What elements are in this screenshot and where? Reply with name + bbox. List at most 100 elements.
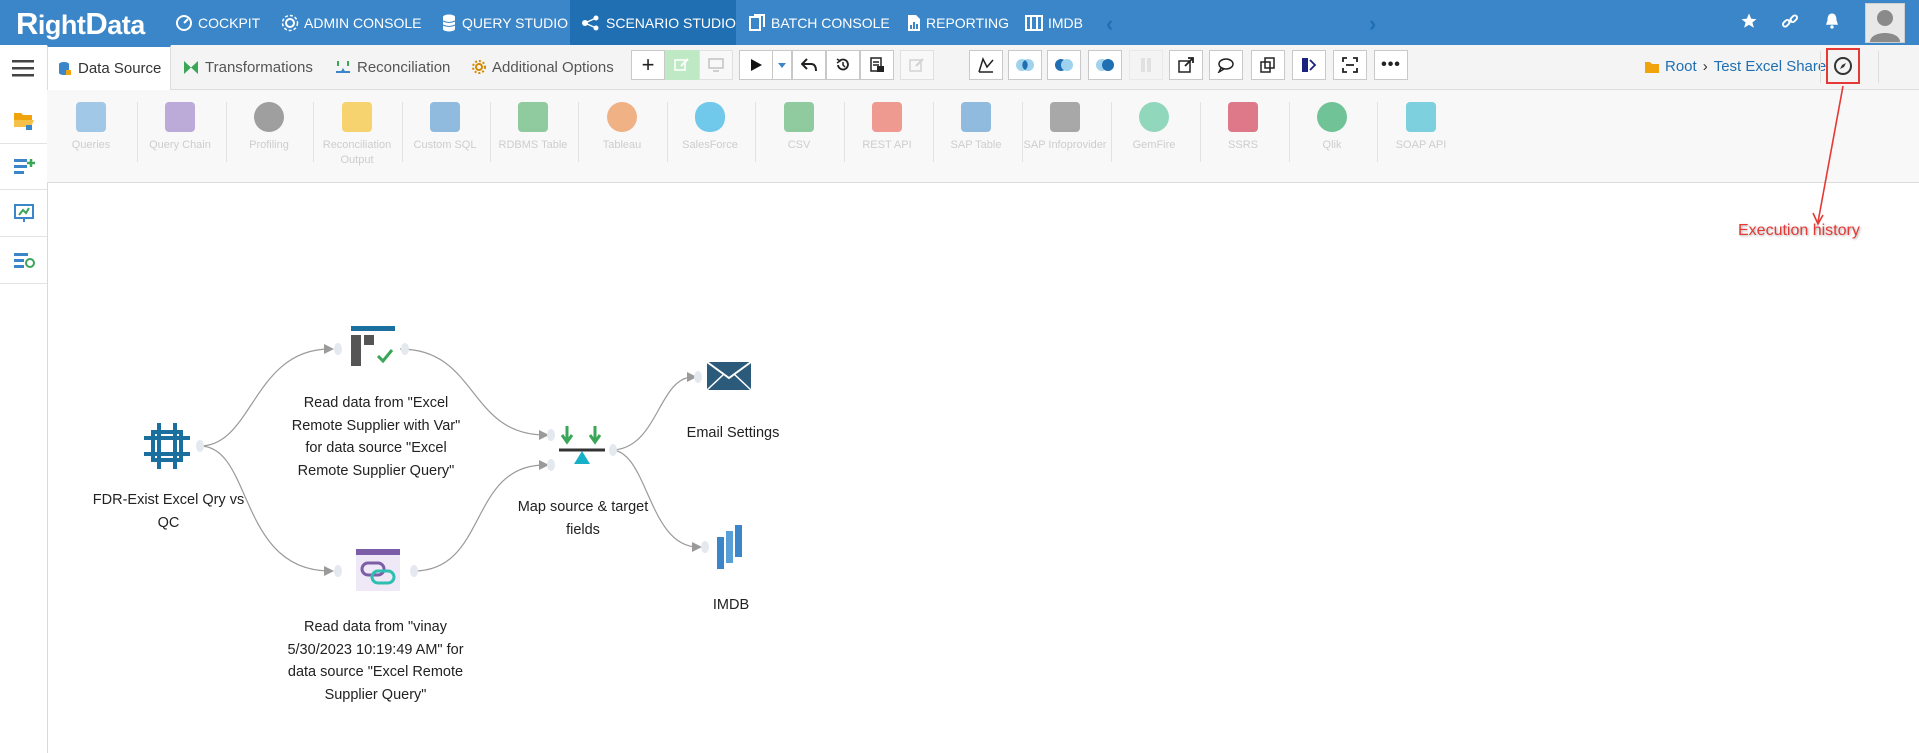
chart-icon <box>978 57 994 73</box>
expand-button[interactable] <box>1333 50 1367 80</box>
breadcrumb-root[interactable]: Root <box>1665 58 1697 75</box>
imdb-node-icon[interactable] <box>717 523 747 576</box>
run-dropdown-button[interactable] <box>772 50 792 80</box>
nav-batch-console[interactable]: BATCH CONSOLE <box>748 0 890 45</box>
star-icon[interactable] <box>1740 12 1758 35</box>
email-node-label: Email Settings <box>686 425 780 441</box>
user-avatar[interactable] <box>1865 3 1905 43</box>
map-fields-node-icon[interactable] <box>557 426 607 473</box>
nav-cockpit[interactable]: COCKPIT <box>175 0 260 45</box>
venn-full-icon <box>1096 59 1114 71</box>
settings-list-icon[interactable] <box>0 237 47 284</box>
divider <box>1820 51 1821 83</box>
palette-salesforce[interactable]: SalesForce <box>666 102 754 153</box>
nav-imdb[interactable]: IMDB <box>1025 0 1083 45</box>
app-logo[interactable]: RightData <box>16 6 145 42</box>
palette-custom-sql[interactable]: Custom SQL <box>401 102 489 153</box>
edit-button[interactable] <box>665 50 699 80</box>
run-button[interactable] <box>739 50 773 80</box>
report-icon <box>870 57 884 72</box>
join-full-button[interactable] <box>1088 50 1122 80</box>
profiling-icon <box>254 102 284 132</box>
presentation-icon[interactable] <box>0 190 47 237</box>
export-button[interactable] <box>1169 50 1203 80</box>
palette-label: Profiling <box>249 139 289 151</box>
comments-button[interactable] <box>1209 50 1243 80</box>
add-button[interactable]: + <box>631 50 665 80</box>
nav-query-studio[interactable]: QUERY STUDIO <box>441 0 568 45</box>
query-chain-node-icon[interactable] <box>356 549 404 598</box>
copy-button[interactable] <box>1251 50 1285 80</box>
palette-gemfire[interactable]: GemFire <box>1110 102 1198 153</box>
copy-icon <box>1260 57 1275 73</box>
undo-button[interactable] <box>792 50 826 80</box>
cockpit-icon <box>176 14 192 31</box>
add-scenario-icon[interactable] <box>0 143 47 190</box>
email-node-icon[interactable] <box>706 361 752 396</box>
read1-node-label: Read data from "Excel Remote Supplier wi… <box>291 395 461 479</box>
palette-label: Tableau <box>602 139 642 151</box>
divider <box>1878 51 1879 83</box>
palette-query-chain[interactable]: Query Chain <box>136 102 224 153</box>
history-button[interactable] <box>826 50 860 80</box>
open-folder-icon[interactable] <box>0 97 47 144</box>
nav-label: IMDB <box>1048 14 1083 31</box>
palette-reconciliation-output[interactable]: Reconciliation Output <box>313 102 401 168</box>
palette-queries[interactable]: Queries <box>47 102 135 153</box>
monitor-button[interactable] <box>699 50 733 80</box>
palette-tableau[interactable]: Tableau <box>578 102 666 153</box>
nav-admin-console[interactable]: ADMIN CONSOLE <box>281 0 421 45</box>
palette-label: REST API <box>862 139 912 151</box>
tab-reconciliation[interactable]: Reconciliation <box>335 45 450 89</box>
nav-reporting[interactable]: REPORTING <box>907 0 1009 45</box>
more-button[interactable]: ••• <box>1374 50 1408 80</box>
reconciliation-icon <box>336 60 350 73</box>
nav-scenario-studio[interactable]: SCENARIO STUDIO <box>570 0 736 45</box>
nav-scroll-left-icon[interactable]: ‹ <box>1106 11 1113 37</box>
query-node-icon[interactable] <box>351 326 397 373</box>
tab-additional-options[interactable]: Additional Options <box>472 45 614 89</box>
palette-label: SalesForce <box>682 139 738 151</box>
imdb-node-label: IMDB <box>712 597 750 613</box>
palette-rdbms-table[interactable]: RDBMS Table <box>489 102 577 153</box>
left-rail <box>0 45 48 753</box>
palette-profiling[interactable]: Profiling <box>225 102 313 153</box>
chart-button[interactable] <box>969 50 1003 80</box>
reconciliation-output-icon <box>342 102 372 132</box>
palette-soap-api[interactable]: SOAP API <box>1377 102 1465 153</box>
palette-qlik[interactable]: Qlik <box>1288 102 1376 153</box>
palette-sap-infoprovider[interactable]: SAP Infoprovider <box>1021 102 1109 153</box>
palette-label: Query Chain <box>149 139 211 151</box>
start-node-label: FDR-Exist Excel Qry vs QC <box>92 492 245 531</box>
tab-transformations[interactable]: Transformations <box>183 45 313 89</box>
nav-scroll-right-icon[interactable]: › <box>1369 11 1376 37</box>
palette-csv[interactable]: CSV <box>755 102 843 153</box>
sap-table-icon <box>961 102 991 132</box>
split-icon <box>1302 58 1317 72</box>
report-button[interactable] <box>860 50 894 80</box>
join-left-button[interactable] <box>1008 50 1042 80</box>
split-button[interactable] <box>1292 50 1326 80</box>
cloud-icon <box>695 102 725 132</box>
menu-icon[interactable] <box>12 59 34 82</box>
palette-rest-api[interactable]: REST API <box>843 102 931 153</box>
nav-label: ADMIN CONSOLE <box>304 14 422 31</box>
tab-data-source[interactable]: Data Source <box>47 45 172 90</box>
link-icon[interactable] <box>1781 12 1799 35</box>
join-inner-button[interactable] <box>1047 50 1081 80</box>
palette-ssrs[interactable]: SSRS <box>1199 102 1287 153</box>
export-icon <box>1178 57 1194 73</box>
venn-left-icon <box>1016 59 1034 71</box>
breadcrumb-separator-icon: › <box>1702 58 1708 75</box>
palette-label: GemFire <box>1132 139 1176 151</box>
scenario-canvas[interactable]: FDR-Exist Excel Qry vs QC Read data from… <box>48 183 1919 753</box>
nav-label: REPORTING <box>926 14 1009 31</box>
tab-label: Data Source <box>78 60 162 77</box>
column-button[interactable] <box>1129 50 1163 80</box>
bell-icon[interactable] <box>1823 12 1841 35</box>
execution-history-button[interactable] <box>1826 48 1860 84</box>
start-node-icon[interactable] <box>144 423 190 474</box>
notes-button[interactable] <box>900 50 934 80</box>
palette-label: CSV <box>787 139 811 151</box>
palette-sap-table[interactable]: SAP Table <box>932 102 1020 153</box>
